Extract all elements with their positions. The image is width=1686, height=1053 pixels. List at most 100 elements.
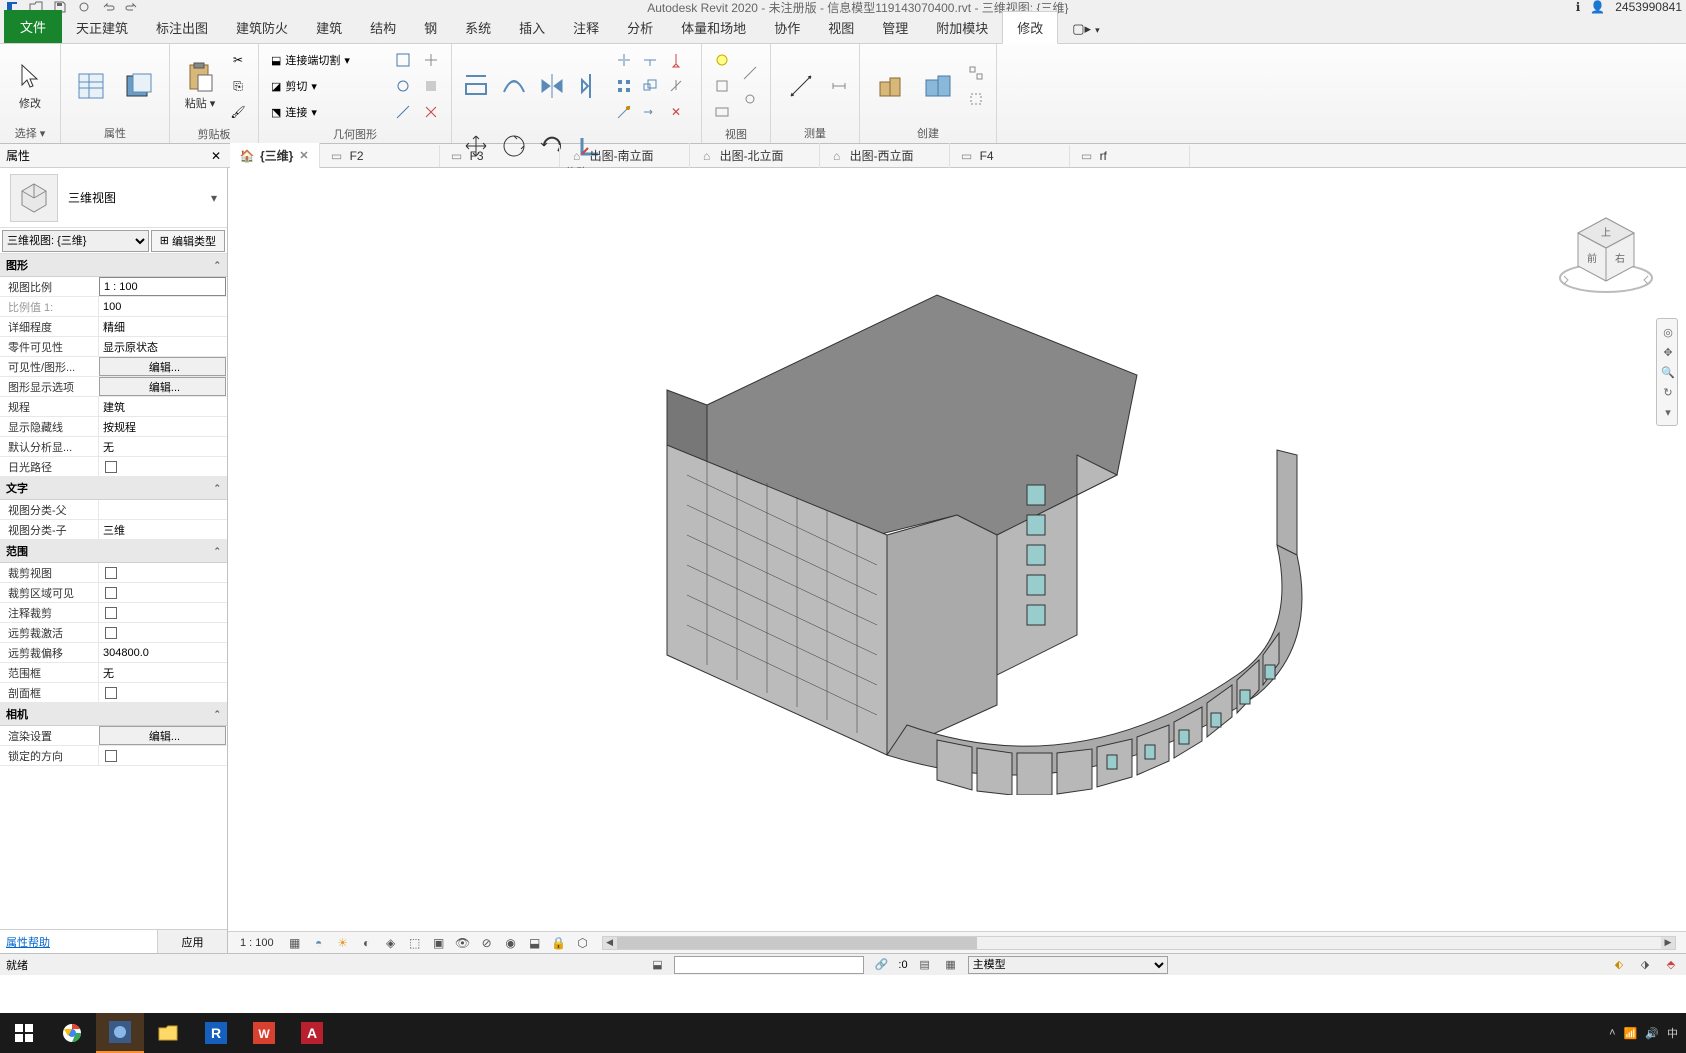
tab-annotate[interactable]: 注释 [559,12,613,43]
prop-value[interactable]: 显示原状态 [98,337,227,356]
create-btn-2[interactable] [964,87,988,111]
join-button[interactable]: ⬔连接 ▾ [267,100,387,124]
checkbox-icon[interactable] [105,461,117,473]
align-button[interactable] [460,70,492,102]
taskbar-autocad[interactable]: A [288,1013,336,1053]
tab-structure[interactable]: 结构 [356,12,410,43]
nav-dropdown-icon[interactable]: ▾ [1659,403,1677,421]
taskbar-chrome[interactable] [48,1013,96,1053]
tab-insert[interactable]: 插入 [505,12,559,43]
prop-category[interactable]: 范围⌃ [0,540,227,563]
tab-view[interactable]: 视图 [814,12,868,43]
view-tab-north[interactable]: ⌂出图-北立面 [690,143,820,168]
view-canvas[interactable]: 上 前 右 ◎ ✥ 🔍 ↻ ▾ 1 : 100 ▦ ◓ ☀ ◐ ◈ ⬚ ▣ 👁 … [228,168,1686,953]
prop-value[interactable]: 建筑 [98,397,227,416]
tab-collaborate[interactable]: 协作 [760,12,814,43]
view-tab-3d[interactable]: 🏠 {三维} ✕ [230,143,320,168]
checkbox-icon[interactable] [105,750,117,762]
view-btn-5[interactable] [738,87,762,111]
extend-button[interactable] [638,100,662,124]
crop-icon[interactable]: ⬚ [406,935,424,951]
apply-button[interactable]: 应用 [157,930,227,953]
measure-button[interactable] [779,68,823,104]
select-underlay-icon[interactable]: ⬗ [1636,957,1654,973]
modify-button[interactable]: 修改 [8,59,52,113]
close-panel-icon[interactable]: ✕ [211,149,221,163]
temp-hide-icon[interactable]: ⊘ [478,935,496,951]
tray-chevron-icon[interactable]: ˄ [1609,1027,1615,1039]
prop-value[interactable] [98,500,227,519]
demolish-button[interactable] [612,100,636,124]
view-btn-3[interactable] [710,100,734,124]
taskbar-revit-2[interactable]: R [192,1013,240,1053]
tab-manage[interactable]: 管理 [868,12,922,43]
dimension-button[interactable] [827,74,851,98]
view-tab-f2[interactable]: ▭F2 [320,145,440,167]
prop-value[interactable]: 按规程 [98,417,227,436]
main-model-select[interactable]: 主模型 [968,956,1168,974]
checkbox-icon[interactable] [105,567,117,579]
mirror-button[interactable] [536,70,568,102]
select-pinned-icon[interactable]: ⬘ [1662,957,1680,973]
tab-annotation-out[interactable]: 标注出图 [142,12,222,43]
reveal-icon[interactable]: ◉ [502,935,520,951]
prop-category[interactable]: 图形⌃ [0,254,227,277]
instance-selector[interactable]: 三维视图: {三维} [2,230,149,252]
match-button[interactable]: 🖌 [226,100,250,124]
tray-ime-icon[interactable]: 中 [1667,1025,1678,1041]
geom-btn-1[interactable] [391,48,415,72]
tab-architecture[interactable]: 建筑 [302,12,356,43]
checkbox-icon[interactable] [105,587,117,599]
workset-input[interactable] [674,956,864,974]
tab-steel[interactable]: 钢 [410,12,451,43]
view-tab-rf[interactable]: ▭rf [1070,145,1190,167]
sun-path-icon[interactable]: ☀ [334,935,352,951]
type-properties-button[interactable] [117,68,161,104]
tab-modify[interactable]: 修改 [1002,11,1058,44]
orbit-icon[interactable]: ↻ [1659,383,1677,401]
start-button[interactable] [0,1013,48,1053]
detail-level-icon[interactable]: ▦ [286,935,304,951]
taskbar-wps[interactable]: W [240,1013,288,1053]
checkbox-icon[interactable] [105,607,117,619]
edit-type-button[interactable]: ⊞编辑类型 [151,230,225,252]
prop-value[interactable] [98,683,227,702]
prop-value[interactable]: 编辑... [99,726,226,745]
trim-button[interactable] [638,48,662,72]
select-link-icon[interactable]: 🔗 [872,957,890,973]
workset-icon[interactable]: ⬓ [648,957,666,973]
view-btn-2[interactable] [710,74,734,98]
view-tab-south[interactable]: ⌂出图-南立面 [560,143,690,168]
taskbar-revit-app[interactable] [96,1013,144,1053]
full-nav-wheel-icon[interactable]: ◎ [1659,323,1677,341]
user-icon[interactable]: 👤 [1590,0,1605,14]
pan-icon[interactable]: ✥ [1659,343,1677,361]
geom-btn-4[interactable] [419,48,443,72]
checkbox-icon[interactable] [105,627,117,639]
horizontal-scrollbar[interactable]: ◀ ▶ [602,936,1676,950]
type-selector[interactable]: 三维视图 ▾ [0,168,227,228]
view-cube[interactable]: 上 前 右 [1556,208,1656,298]
prop-value[interactable] [98,746,227,765]
properties-help-link[interactable]: 属性帮助 [0,930,157,953]
close-tab-icon[interactable]: ✕ [299,149,308,162]
zoom-icon[interactable]: 🔍 [1659,363,1677,381]
rendering-icon[interactable]: ◈ [382,935,400,951]
view-btn-4[interactable] [738,61,762,85]
create-similar-button[interactable] [868,68,912,104]
shadows-icon[interactable]: ◐ [358,935,376,951]
crop-region-icon[interactable]: ▣ [430,935,448,951]
prop-value[interactable] [98,457,227,476]
cut-button[interactable]: ✂ [226,48,250,72]
prop-value[interactable] [98,583,227,602]
worksharing-icon[interactable]: ⬓ [526,935,544,951]
create-btn-1[interactable] [964,61,988,85]
tab-play[interactable]: ▢▸▾ [1058,15,1113,43]
view-tab-f3[interactable]: ▭F3 [440,145,560,167]
prop-category[interactable]: 相机⌃ [0,703,227,726]
prop-value[interactable] [98,603,227,622]
create-group-button[interactable] [916,68,960,104]
filter-icon[interactable]: ▤ [916,957,934,973]
geom-btn-3[interactable] [391,100,415,124]
constraints-icon[interactable]: 🔒 [550,935,568,951]
